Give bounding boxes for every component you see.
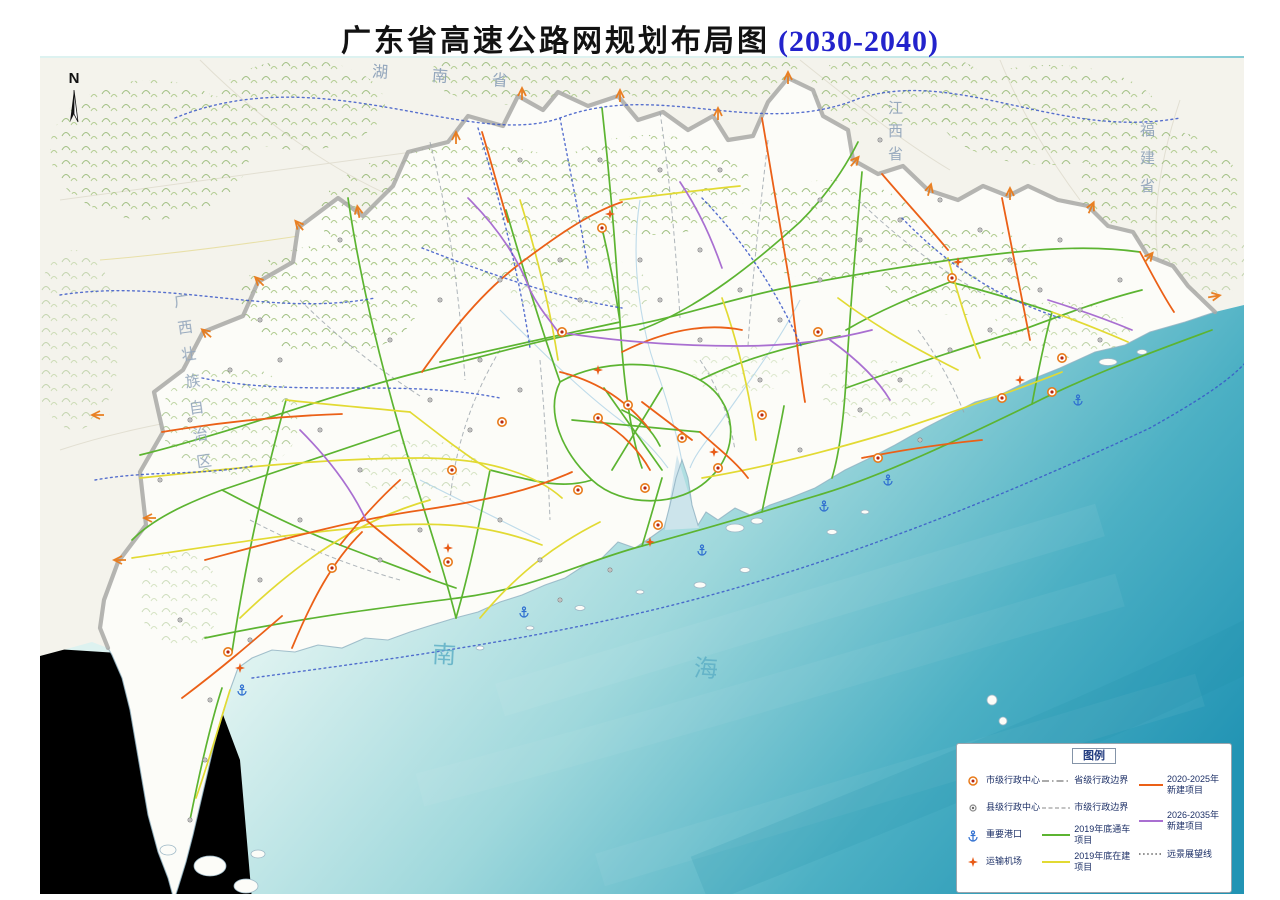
title-main: 广东省高速公路网规划布局图	[341, 25, 770, 58]
legend-title: 图例	[963, 748, 1225, 764]
legend-item-new-2020-2025: 2020-2025年新建项目	[1138, 767, 1225, 803]
province-boundary-line-icon	[1041, 777, 1071, 785]
new-2020-2025-line-icon	[1138, 781, 1164, 789]
legend-item-opened-2019: 2019年底通车项目	[1041, 821, 1138, 848]
legend-item-county-admin-center: 县级行政中心	[963, 794, 1041, 821]
legend-item-transport-airport: 运输机场	[963, 848, 1041, 875]
anchor-icon	[963, 828, 983, 842]
legend-item-important-port: 重要港口	[963, 821, 1041, 848]
title-period: (2030-2040)	[778, 25, 939, 58]
city-boundary-line-icon	[1041, 804, 1071, 812]
legend-item-city-boundary: 市级行政边界	[1041, 794, 1138, 821]
planning-map-page: 广东省高速公路网规划布局图(2030-2040) N 湖南省 江西省 福建省 广…	[0, 0, 1280, 900]
label-fujian-province: 福建省	[1136, 122, 1157, 206]
city-center-icon	[963, 775, 983, 787]
legend-item-new-2026-2035: 2026-2035年新建项目	[1138, 803, 1225, 839]
legend: 图例 市级行政中心 县级行政中心	[956, 743, 1232, 893]
label-jiangxi-province: 江西省	[884, 100, 905, 169]
building-line-icon	[1041, 858, 1071, 866]
legend-item-province-boundary: 省级行政边界	[1041, 767, 1138, 794]
page-title: 广东省高速公路网规划布局图(2030-2040)	[0, 16, 1280, 60]
legend-item-building-2019: 2019年底在建项目	[1041, 848, 1138, 875]
airplane-icon	[963, 855, 983, 869]
county-center-icon	[963, 802, 983, 814]
compass-needle-icon	[64, 88, 84, 126]
compass: N	[64, 70, 84, 131]
new-2026-2035-line-icon	[1138, 817, 1164, 825]
opened-line-icon	[1041, 831, 1071, 839]
legend-item-outlook-line: 远景展望线	[1138, 839, 1225, 869]
compass-n-label: N	[64, 70, 84, 87]
outlook-line-icon	[1138, 850, 1164, 858]
legend-item-city-admin-center: 市级行政中心	[963, 767, 1041, 794]
